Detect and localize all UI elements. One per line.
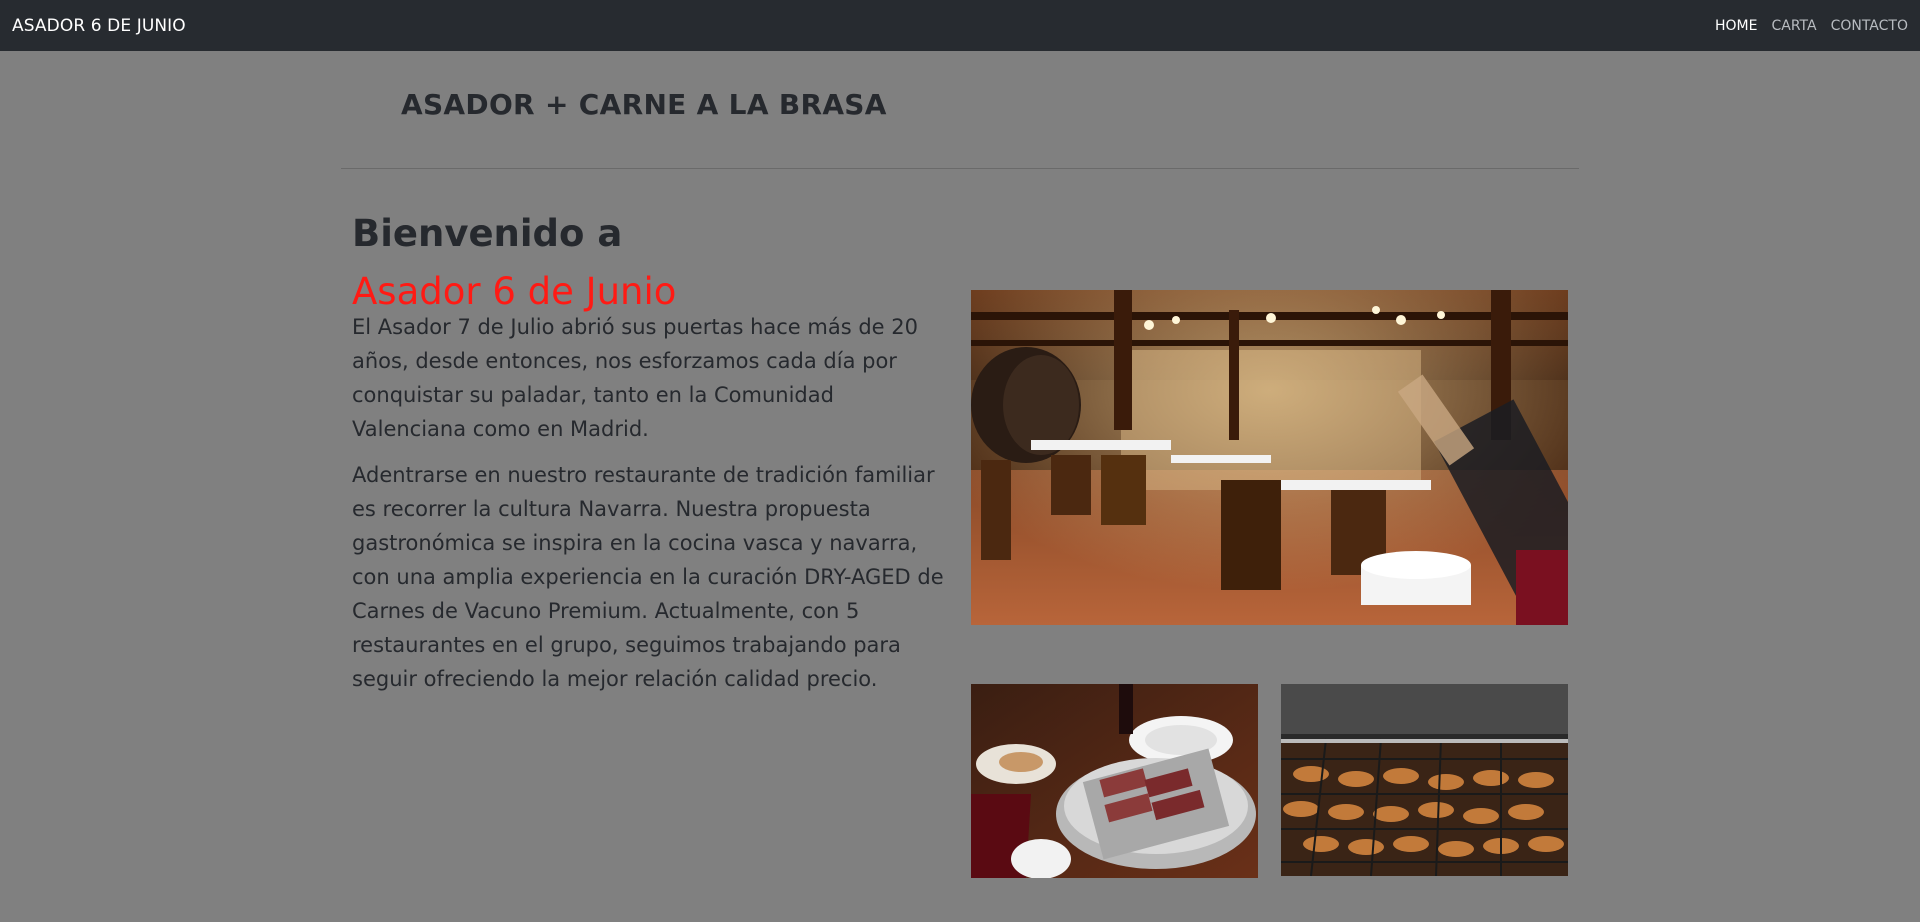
top-navbar: ASADOR 6 DE JUNIO HOME CARTA CONTACTO — [0, 0, 1920, 51]
dining-room-photo — [971, 290, 1568, 625]
page-tagline: ASADOR + CARNE A LA BRASA — [401, 88, 887, 121]
nav-link-contacto[interactable]: CONTACTO — [1831, 18, 1908, 34]
intro-paragraph-2: Adentrarse en nuestro restaurante de tra… — [352, 463, 944, 691]
welcome-heading: Bienvenido a — [352, 211, 623, 255]
nav-links: HOME CARTA CONTACTO — [1715, 18, 1908, 34]
section-divider — [341, 168, 1579, 169]
nav-link-carta[interactable]: CARTA — [1771, 18, 1816, 34]
nav-link-home[interactable]: HOME — [1715, 18, 1757, 34]
intro-text: El Asador 7 de Julio abrió sus puertas h… — [352, 310, 946, 708]
grill-photo — [1281, 684, 1568, 876]
restaurant-name-heading: Asador 6 de Junio — [352, 269, 677, 313]
steak-photo — [971, 684, 1258, 878]
brand-link[interactable]: ASADOR 6 DE JUNIO — [12, 16, 186, 36]
intro-paragraph-1: El Asador 7 de Julio abrió sus puertas h… — [352, 315, 918, 441]
